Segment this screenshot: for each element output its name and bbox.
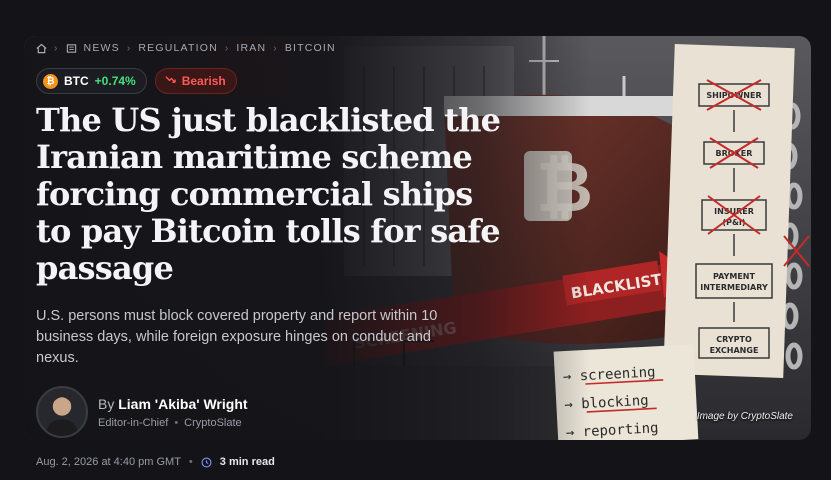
article-headline: The US just blacklisted the Iranian mari… (36, 101, 501, 287)
avatar[interactable] (36, 386, 88, 438)
trend-down-icon (165, 74, 176, 88)
ticker-change: +0.74% (94, 74, 136, 88)
newspaper-icon (66, 43, 77, 54)
sentiment-label: Bearish (181, 74, 226, 88)
breadcrumb-separator: › (126, 42, 132, 54)
breadcrumb-regulation[interactable]: REGULATION (138, 42, 217, 54)
article-meta: Aug. 2, 2026 at 4:40 pm GMT • 3 min read (36, 456, 275, 468)
ticker-symbol: BTC (64, 74, 89, 88)
breadcrumb-iran[interactable]: IRAN (236, 42, 266, 54)
breadcrumb-news[interactable]: NEWS (84, 42, 120, 54)
breadcrumb: › NEWS › REGULATION › IRAN › BITCOIN (36, 42, 336, 54)
breadcrumb-separator: › (54, 42, 59, 54)
home-icon[interactable] (36, 43, 47, 54)
by-label: By (98, 395, 115, 412)
author-byline: By Liam 'Akiba' Wright (98, 396, 248, 412)
author-block: By Liam 'Akiba' Wright Editor-in-Chief •… (36, 386, 248, 438)
breadcrumb-bitcoin[interactable]: BITCOIN (285, 42, 336, 54)
clock-icon (201, 457, 212, 468)
ticker-pills: ₿ BTC +0.74% Bearish (36, 68, 237, 94)
bitcoin-icon: ₿ (43, 73, 58, 89)
separator-dot: • (188, 456, 193, 468)
article-dek: U.S. persons must block covered property… (36, 308, 438, 366)
publish-date: Aug. 2, 2026 at 4:40 pm GMT (36, 456, 181, 468)
breadcrumb-separator: › (224, 42, 230, 54)
image-credit: Image by CryptoSlate (696, 411, 793, 422)
separator-dot: • (174, 416, 179, 429)
btc-price-pill[interactable]: ₿ BTC +0.74% (36, 68, 147, 94)
sentiment-badge[interactable]: Bearish (154, 68, 237, 94)
author-role-line: Editor-in-Chief • CryptoSlate (98, 417, 248, 429)
author-name[interactable]: Liam 'Akiba' Wright (118, 396, 247, 412)
breadcrumb-separator: › (273, 42, 278, 54)
author-role: Editor-in-Chief (98, 416, 169, 429)
read-time: 3 min read (219, 456, 275, 468)
author-outlet[interactable]: CryptoSlate (184, 417, 241, 429)
